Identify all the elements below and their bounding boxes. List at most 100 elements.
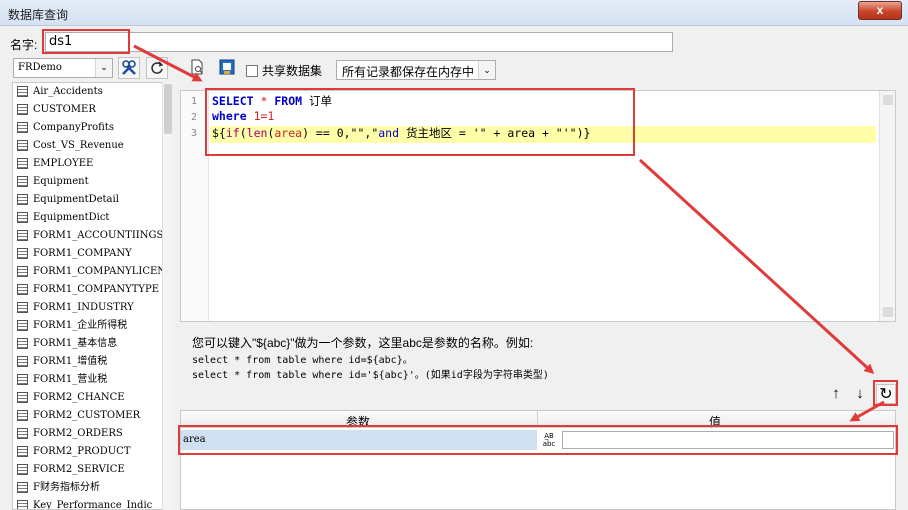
table-name: FORM1_ACCOUNTIINGSYSTE — [33, 230, 164, 241]
window-title: 数据库查询 — [8, 8, 69, 22]
chevron-down-icon: ⌄ — [478, 61, 495, 79]
list-item[interactable]: FORM1_ACCOUNTIINGSYSTE — [13, 227, 163, 245]
memory-mode-value: 所有记录都保存在内存中 — [342, 65, 475, 79]
list-item[interactable]: FORM1_COMPANY — [13, 245, 163, 263]
table-icon — [17, 428, 28, 439]
table-name: FORM1_增值税 — [33, 356, 108, 367]
line-number: 3 — [191, 128, 198, 139]
list-item[interactable]: EquipmentDetail — [13, 191, 163, 209]
list-item[interactable]: Equipment — [13, 173, 163, 191]
list-item[interactable]: CUSTOMER — [13, 101, 163, 119]
table-name: CUSTOMER — [33, 104, 96, 115]
table-icon — [17, 284, 28, 295]
table-icon — [17, 194, 28, 205]
annotation-box-sql — [205, 88, 635, 156]
list-item[interactable]: FORM1_企业所得税 — [13, 317, 163, 335]
list-item[interactable]: Air_Accidents — [13, 83, 163, 101]
table-icon — [17, 482, 28, 493]
table-name: FORM1_COMPANYLICENSE — [33, 266, 163, 277]
name-label: 名字: — [10, 38, 38, 52]
tools-icon — [122, 60, 136, 75]
list-item[interactable]: FORM1_基本信息 — [13, 335, 163, 353]
list-item[interactable]: FORM1_COMPANYTYPE — [13, 281, 163, 299]
table-name: Air_Accidents — [33, 86, 103, 97]
table-name: Equipment — [33, 176, 89, 187]
chevron-down-icon: ⌄ — [95, 59, 112, 77]
table-icon — [17, 500, 28, 509]
list-item[interactable]: CompanyProfits — [13, 119, 163, 137]
line-number: 1 — [191, 96, 198, 107]
scrollbar-thumb[interactable] — [164, 84, 172, 134]
table-name: EquipmentDetail — [33, 194, 119, 205]
annotation-box-name — [42, 29, 130, 54]
table-name: FORM2_PRODUCT — [33, 446, 131, 457]
scroll-up-arrow[interactable] — [883, 95, 893, 105]
table-name: F财务指标分析 — [33, 482, 100, 493]
table-name: CompanyProfits — [33, 122, 114, 133]
parameter-hint: 您可以键入"${abc}"做为一个参数，这里abc是参数的名称。例如: — [192, 336, 534, 350]
checkbox-box[interactable] — [246, 64, 258, 77]
table-name: FORM1_COMPANY — [33, 248, 132, 259]
list-item[interactable]: Key_Performance_Indic — [13, 497, 163, 510]
list-item[interactable]: FORM1_COMPANYLICENSE — [13, 263, 163, 281]
table-name: EMPLOYEE — [33, 158, 94, 169]
move-up-button[interactable]: ↑ — [826, 384, 846, 404]
refresh-icon — [151, 61, 164, 74]
table-name: FORM1_营业税 — [33, 374, 108, 385]
scroll-down-arrow[interactable] — [883, 307, 893, 317]
table-name: FORM2_CHANCE — [33, 392, 125, 403]
table-icon — [17, 158, 28, 169]
list-item[interactable]: FORM1_营业税 — [13, 371, 163, 389]
table-name: Key_Performance_Indic — [33, 500, 153, 510]
close-button[interactable]: x — [858, 1, 902, 20]
preview-button[interactable] — [186, 57, 208, 79]
list-item[interactable]: FORM2_SERVICE — [13, 461, 163, 479]
name-input[interactable]: ds1 — [45, 32, 673, 52]
refresh-tables-button[interactable] — [146, 57, 168, 79]
list-item[interactable]: FORM1_INDUSTRY — [13, 299, 163, 317]
parameter-example-2: select * from table where id='${abc}'。(如… — [192, 370, 549, 381]
editor-scrollbar[interactable] — [879, 91, 895, 321]
table-icon — [17, 122, 28, 133]
table-name: FORM2_SERVICE — [33, 464, 125, 475]
table-name: FORM2_ORDERS — [33, 428, 123, 439]
table-icon — [17, 86, 28, 97]
table-icon — [17, 374, 28, 385]
table-name: FORM1_COMPANYTYPE — [33, 284, 160, 295]
name-row: 名字: ds1 — [0, 26, 908, 56]
datasource-value: FRDemo — [18, 62, 62, 73]
table-icon — [17, 464, 28, 475]
table-query-icon — [219, 59, 235, 75]
table-icon — [17, 212, 28, 223]
list-item[interactable]: FORM2_ORDERS — [13, 425, 163, 443]
document-preview-icon — [191, 59, 203, 75]
table-list[interactable]: Air_Accidents CUSTOMER CompanyProfits Cost_… — [12, 82, 164, 510]
shared-dataset-checkbox[interactable]: 共享数据集 — [246, 62, 322, 79]
annotation-box-refresh — [873, 380, 898, 406]
connection-settings-button[interactable] — [118, 57, 140, 79]
datasource-select[interactable]: FRDemo ⌄ — [13, 58, 113, 78]
list-item[interactable]: FORM1_增值税 — [13, 353, 163, 371]
table-name: FORM1_基本信息 — [33, 338, 118, 349]
table-icon — [17, 230, 28, 241]
list-item[interactable]: FORM2_PRODUCT — [13, 443, 163, 461]
list-item[interactable]: F财务指标分析 — [13, 479, 163, 497]
list-item[interactable]: Cost_VS_Revenue — [13, 137, 163, 155]
table-list-scrollbar[interactable] — [162, 82, 172, 510]
memory-mode-select[interactable]: 所有记录都保存在内存中 ⌄ — [336, 60, 496, 80]
table-icon — [17, 446, 28, 457]
move-down-button[interactable]: ↓ — [850, 384, 870, 404]
table-icon — [17, 266, 28, 277]
save-query-button[interactable] — [216, 57, 238, 79]
table-icon — [17, 392, 28, 403]
list-item[interactable]: EquipmentDict — [13, 209, 163, 227]
list-item[interactable]: EMPLOYEE — [13, 155, 163, 173]
table-icon — [17, 356, 28, 367]
list-item[interactable]: FORM2_CHANCE — [13, 389, 163, 407]
table-name: EquipmentDict — [33, 212, 110, 223]
annotation-box-param-row — [178, 425, 898, 455]
title-bar: 数据库查询 x — [0, 0, 908, 26]
table-icon — [17, 320, 28, 331]
list-item[interactable]: FORM2_CUSTOMER — [13, 407, 163, 425]
table-name: Cost_VS_Revenue — [33, 140, 124, 151]
